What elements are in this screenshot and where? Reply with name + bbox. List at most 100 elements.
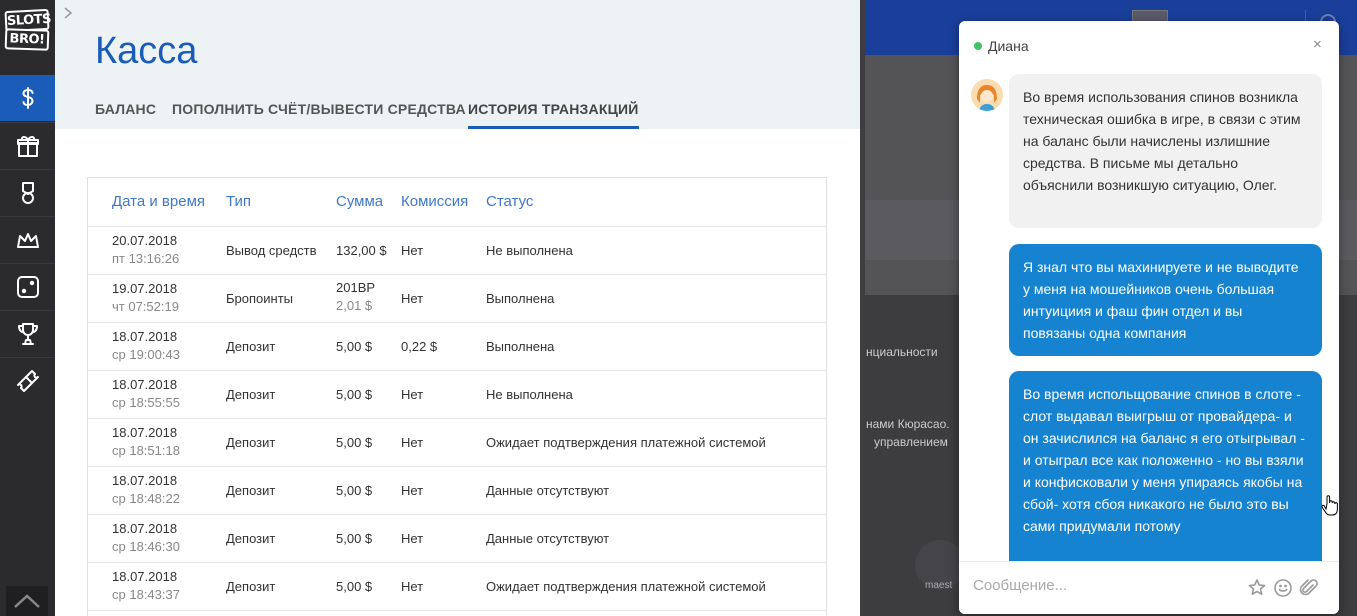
date-value: 18.07.2018 [112, 569, 178, 584]
table-row[interactable]: 18.07.2018 ср 18:51:18 Депозит 5,00 $ Нет Ожи… [88, 419, 826, 467]
amount-value: 5,00 $ [336, 531, 373, 546]
column-header-date[interactable]: Дата и время [112, 193, 205, 210]
rate-icon[interactable] [1247, 578, 1267, 598]
cell-date: 18.07.2018 ср 19:00:43 [112, 328, 180, 364]
cell-date: 18.07.2018 ср 18:55:55 [112, 376, 180, 412]
sidebar-item-tournaments[interactable] [0, 310, 55, 356]
cell-type: Депозит [226, 483, 276, 498]
cell-status: Не выполнена [486, 387, 573, 402]
time-value: ср 18:55:55 [112, 395, 180, 410]
emoji-icon[interactable] [1273, 578, 1293, 598]
time-value: ср 19:00:43 [112, 347, 180, 362]
table-row[interactable]: 20.07.2018 пт 13:16:26 Вывод средств 132,00… [88, 227, 826, 275]
sidebar-item-lottery[interactable] [0, 357, 55, 403]
cell-amount: 5,00 $ [336, 482, 372, 500]
cell-fee: 0,22 $ [401, 339, 438, 354]
cell-date: 18.07.2018 ср 18:51:18 [112, 424, 180, 460]
tab-balance[interactable]: БАЛАНС [95, 101, 156, 126]
column-header-status[interactable]: Статус [486, 193, 533, 210]
cell-amount: 201BP 2,01 $ [336, 279, 375, 315]
cell-date: 18.07.2018 ср 18:48:22 [112, 472, 180, 508]
payment-logo-label: maest [925, 580, 953, 591]
dollar-icon [22, 87, 33, 109]
column-header-type[interactable]: Тип [226, 193, 251, 210]
chat-header: Диана × [959, 21, 1339, 73]
amount-value: 201BP [336, 280, 376, 295]
cell-amount: 132,00 $ [336, 242, 387, 260]
cell-date: 19.07.2018 чт 07:52:19 [112, 280, 179, 316]
dice-icon [16, 275, 39, 298]
cell-status: Ожидает подтверждения платежной системой [486, 435, 766, 450]
close-icon[interactable]: × [1313, 36, 1322, 53]
star-icon [1248, 579, 1266, 595]
table-row[interactable]: 19.07.2018 чт 07:52:19 Бропоинты 201BP 2,01 … [88, 275, 826, 323]
table-row[interactable]: 18.07.2018 ср 18:43:37 Депозит 5,00 $ Нет Ожи… [88, 563, 826, 611]
paperclip-icon [1299, 579, 1318, 596]
date-value: 18.07.2018 [112, 425, 178, 440]
sidebar-item-vip[interactable] [0, 216, 55, 262]
time-value: ср 18:46:30 [112, 539, 180, 554]
cashier-panel: Касса БАЛАНС ПОПОЛНИТЬ СЧЁТ/ВЫВЕСТИ СРЕД… [55, 0, 860, 616]
background-text: нами Кюрасао. [866, 417, 950, 431]
cell-fee: Нет [401, 531, 424, 546]
cell-type: Депозит [226, 387, 276, 402]
sidebar-item-games[interactable] [0, 263, 55, 309]
amount-value: 5,00 $ [336, 435, 373, 450]
cell-type: Депозит [226, 531, 276, 546]
cell-status: Данные отсутствуют [486, 483, 610, 498]
date-value: 19.07.2018 [112, 281, 178, 296]
message-input[interactable] [973, 577, 1233, 594]
time-value: пт 13:16:26 [112, 251, 180, 266]
attach-icon[interactable] [1299, 578, 1319, 598]
sidebar-item-cashier[interactable] [0, 75, 55, 121]
table-row[interactable]: 18.07.2018 ср 18:55:55 Депозит 5,00 $ Нет Не … [88, 371, 826, 419]
amount-value: 5,00 $ [336, 339, 373, 354]
chat-widget: Диана × Во время использования спинов во… [959, 21, 1339, 614]
cell-status: Не выполнена [486, 243, 573, 258]
ticket-icon [16, 369, 39, 392]
cell-type: Депозит [226, 579, 276, 594]
time-value: ср 18:48:22 [112, 491, 180, 506]
amount-value: 132,00 $ [336, 243, 387, 258]
cell-fee: Нет [401, 435, 424, 450]
medal-icon [21, 181, 34, 204]
date-value: 18.07.2018 [112, 521, 178, 536]
table-row[interactable]: 18.07.2018 ср 18:48:22 Депозит 5,00 $ Нет Дан… [88, 467, 826, 515]
tab-deposit-withdraw[interactable]: ПОПОЛНИТЬ СЧЁТ/ВЫВЕСТИ СРЕДСТВА [172, 101, 466, 126]
cell-fee: Нет [401, 579, 424, 594]
cell-fee: Нет [401, 291, 424, 306]
background-text: нциальности [866, 345, 938, 359]
user-message: Я знал что вы махинируете и не выводите … [1009, 244, 1322, 356]
sidebar-item-achievements[interactable] [0, 169, 55, 215]
cell-date: 20.07.2018 пт 13:16:26 [112, 232, 179, 268]
user-message: Во время испольщование спинов в слоте - … [1009, 371, 1322, 561]
gift-icon [16, 135, 39, 157]
time-value: чт 07:52:19 [112, 299, 179, 314]
table-row[interactable]: 18.07.2018 ср 18:46:30 Депозит 5,00 $ Нет Дан… [88, 515, 826, 563]
table-header: Дата и время Тип Сумма Комиссия Статус [88, 178, 826, 227]
chat-footer [959, 561, 1339, 614]
column-header-amount[interactable]: Сумма [336, 193, 383, 210]
table-row[interactable]: 18.07.2018 ср 19:00:43 Депозит 5,00 $ 0,22 $… [88, 323, 826, 371]
cell-amount: 5,00 $ [336, 386, 372, 404]
time-value: ср 18:43:37 [112, 587, 180, 602]
date-value: 18.07.2018 [112, 473, 178, 488]
chat-messages: Во время использования спинов возникла т… [959, 73, 1339, 561]
smiley-icon [1274, 579, 1292, 597]
transactions-table: Дата и время Тип Сумма Комиссия Статус 2… [87, 177, 827, 616]
cell-date: 18.07.2018 ср 18:43:37 [112, 568, 180, 604]
sidebar: SLOTS BRO! [0, 0, 55, 616]
cell-fee: Нет [401, 483, 424, 498]
chevron-right-icon[interactable] [61, 6, 75, 20]
sidebar-item-gifts[interactable] [0, 122, 55, 168]
scroll-up-button[interactable] [6, 586, 48, 616]
logo[interactable]: SLOTS BRO! [4, 8, 51, 64]
time-value: ср 18:51:18 [112, 443, 180, 458]
cell-amount: 5,00 $ [336, 434, 372, 452]
agent-avatar [971, 79, 1003, 111]
tab-transaction-history[interactable]: ИСТОРИЯ ТРАНЗАКЦИЙ [468, 101, 639, 129]
cell-status: Выполнена [486, 291, 555, 306]
amount-sub-value: 2,01 $ [336, 298, 373, 313]
cell-amount: 5,00 $ [336, 578, 372, 596]
column-header-fee[interactable]: Комиссия [401, 193, 468, 210]
